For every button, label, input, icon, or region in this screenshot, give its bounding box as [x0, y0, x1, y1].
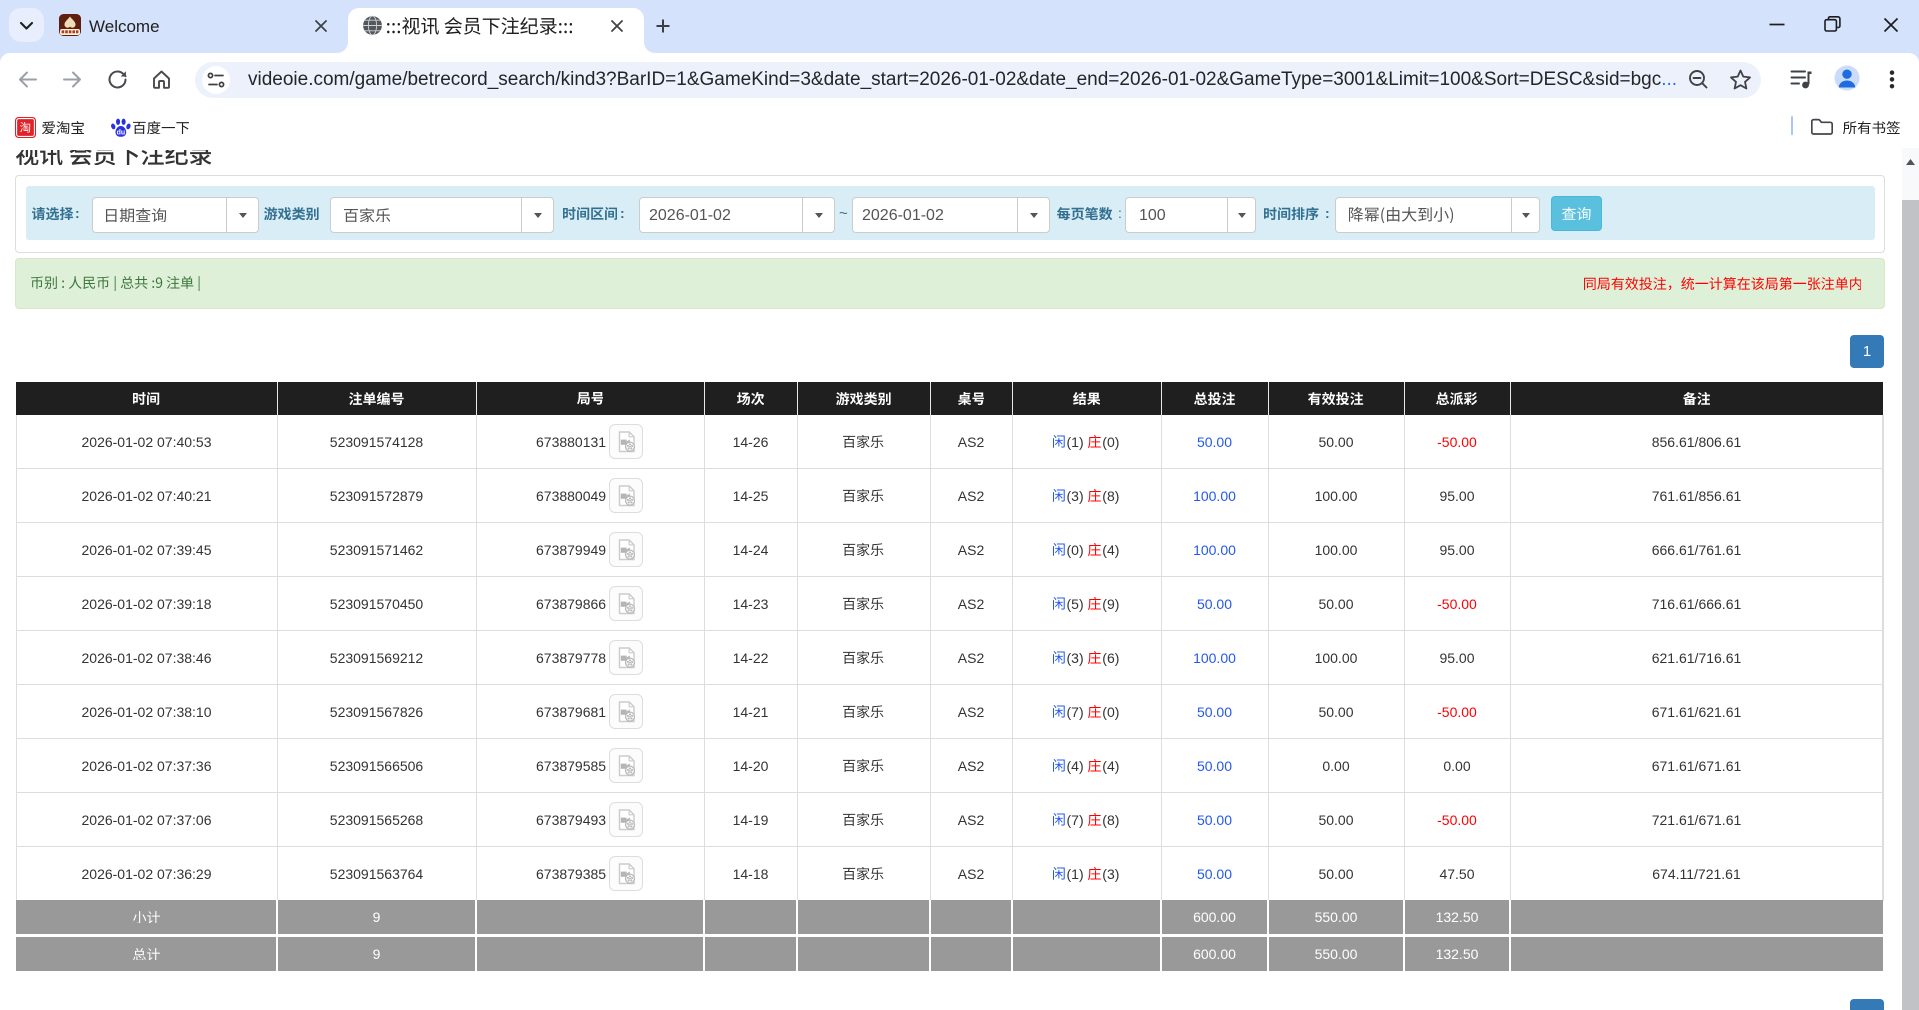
svg-text:du: du [116, 129, 125, 136]
